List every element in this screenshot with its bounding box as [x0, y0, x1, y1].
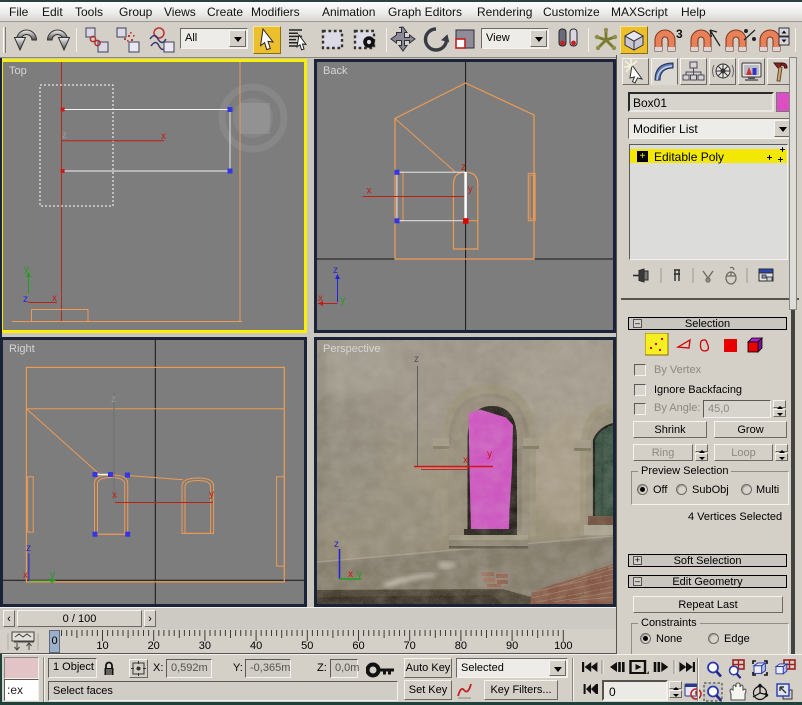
svg-text:z: z — [334, 539, 339, 550]
svg-text:x: x — [112, 490, 117, 501]
svg-text:10: 10 — [96, 640, 108, 652]
svg-text:z: z — [26, 543, 31, 554]
svg-text:100: 100 — [554, 640, 572, 652]
svg-text:x: x — [23, 570, 28, 581]
svg-text:z: z — [333, 265, 338, 276]
svg-text:y: y — [50, 570, 55, 581]
svg-text:x: x — [463, 455, 468, 466]
svg-text:80: 80 — [455, 640, 467, 652]
svg-text:y: y — [209, 489, 214, 500]
svg-text:x: x — [367, 186, 372, 197]
svg-text:z: z — [414, 354, 419, 365]
svg-text:y: y — [340, 295, 345, 306]
svg-text:70: 70 — [404, 640, 416, 652]
svg-text:30: 30 — [199, 640, 211, 652]
svg-text:50: 50 — [301, 640, 313, 652]
svg-text:y: y — [24, 264, 29, 275]
svg-text:z: z — [111, 394, 116, 405]
svg-text:y: y — [468, 184, 473, 195]
svg-text:90: 90 — [506, 640, 518, 652]
svg-text:x: x — [52, 293, 57, 304]
svg-text:60: 60 — [352, 640, 364, 652]
svg-text:z: z — [461, 162, 466, 173]
svg-text:y: y — [487, 449, 492, 460]
svg-text:z: z — [23, 294, 28, 305]
svg-text:y: y — [357, 569, 362, 580]
svg-text:20: 20 — [148, 640, 160, 652]
svg-text:3: 3 — [676, 27, 683, 41]
svg-text:x: x — [318, 293, 323, 304]
svg-text:x: x — [161, 131, 166, 142]
svg-text:40: 40 — [250, 640, 262, 652]
svg-text:x: x — [348, 569, 353, 580]
svg-text:z: z — [62, 130, 67, 141]
